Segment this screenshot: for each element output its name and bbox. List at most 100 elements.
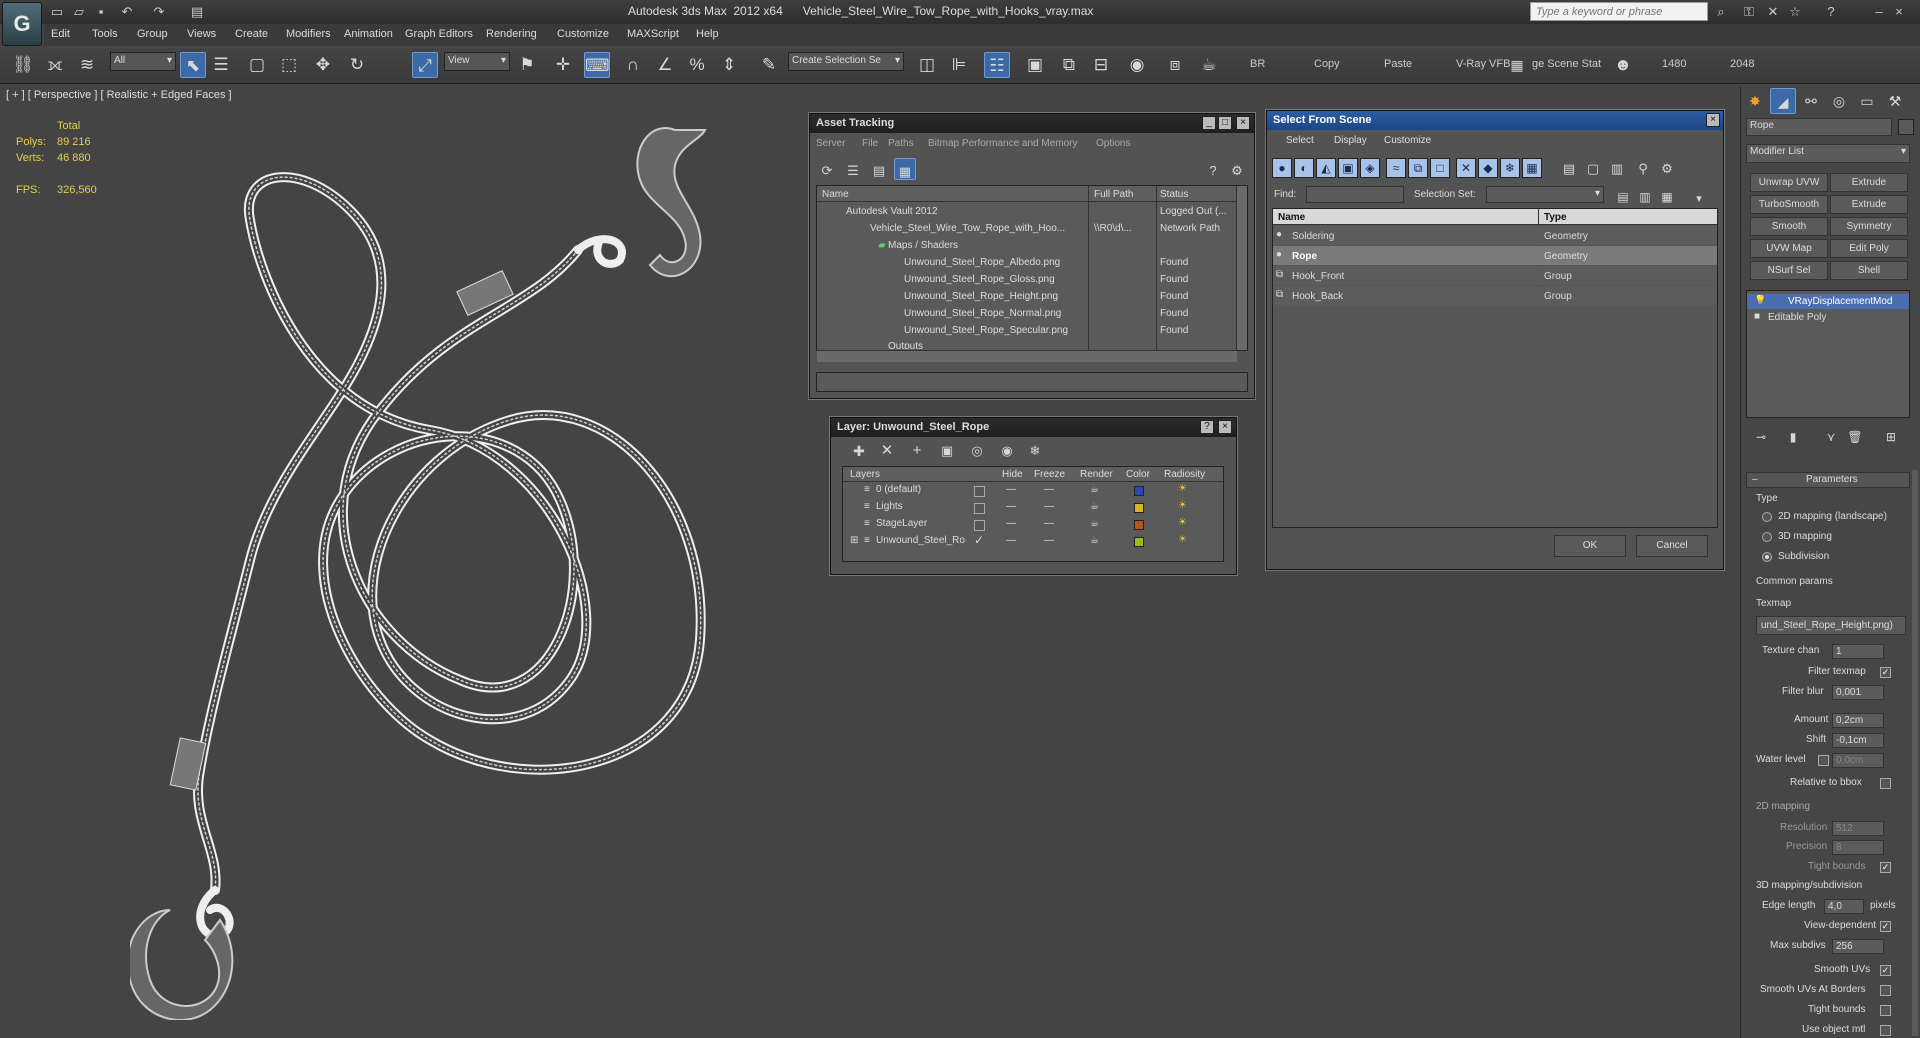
- layer-expand-icon[interactable]: ⊞: [850, 535, 858, 546]
- texture-chan-spinner[interactable]: 1: [1832, 644, 1884, 659]
- filter-settings-icon[interactable]: ⚙: [1654, 156, 1680, 182]
- select-manipulate-icon[interactable]: ✛: [550, 52, 576, 78]
- selection-set-dropdown[interactable]: ▾: [1486, 186, 1604, 203]
- asset-settings-icon[interactable]: ⚙: [1224, 158, 1250, 184]
- asset-menu-file[interactable]: File: [862, 138, 878, 156]
- display-lights-icon[interactable]: ◭: [1316, 158, 1336, 178]
- modifier-stack[interactable]: [1746, 290, 1910, 418]
- water-level-spinner[interactable]: 0,0cm: [1832, 753, 1884, 768]
- asset-row-name[interactable]: Unwound_Steel_Rope_Normal.png: [904, 308, 1086, 319]
- layer-header-render[interactable]: Render: [1080, 469, 1113, 480]
- create-tab-icon[interactable]: ✸: [1742, 88, 1768, 114]
- menu-views[interactable]: Views: [187, 28, 216, 40]
- freeze-unfreeze-all-icon[interactable]: ❄: [1022, 438, 1048, 464]
- menu-rendering[interactable]: Rendering: [486, 28, 537, 40]
- precision-spinner[interactable]: 8: [1832, 840, 1884, 855]
- select-invert-icon[interactable]: ▥: [1604, 156, 1630, 182]
- favorites-icon[interactable]: ☆: [1786, 3, 1804, 21]
- asset-header-status[interactable]: Status: [1160, 189, 1188, 200]
- water-level-checkbox[interactable]: [1818, 755, 1829, 766]
- br-button[interactable]: BR: [1250, 58, 1265, 70]
- layer-hide-toggle[interactable]: —: [1006, 535, 1016, 546]
- display-xrefs-icon[interactable]: □: [1430, 158, 1450, 178]
- copy-button[interactable]: Copy: [1314, 58, 1340, 70]
- modifier-list-dropdown[interactable]: Modifier List ▾: [1746, 144, 1910, 163]
- create-layer-icon[interactable]: ✚: [846, 438, 872, 464]
- smooth-button[interactable]: Smooth: [1750, 217, 1828, 236]
- display-geometry-icon[interactable]: ●: [1272, 158, 1292, 178]
- delete-layer-icon[interactable]: ✕: [874, 438, 900, 464]
- scene-header-type[interactable]: Type: [1544, 212, 1567, 223]
- max-subdivs-spinner[interactable]: 256: [1832, 939, 1884, 954]
- select-highlighted-icon[interactable]: ▣: [934, 438, 960, 464]
- extrude-button-2[interactable]: Extrude: [1830, 195, 1908, 214]
- asset-row-name[interactable]: Unwound_Steel_Rope_Specular.png: [904, 325, 1086, 336]
- rope-wireframe-model[interactable]: [130, 120, 730, 1020]
- table-view-icon[interactable]: ▦: [894, 158, 916, 180]
- asset-row-name[interactable]: Vehicle_Steel_Wire_Tow_Rope_with_Hoo...: [870, 223, 1086, 234]
- layer-freeze-toggle[interactable]: —: [1044, 501, 1054, 512]
- asset-menu-options[interactable]: Options: [1096, 138, 1130, 156]
- asset-header-path[interactable]: Full Path: [1094, 189, 1133, 200]
- asset-maximize-icon[interactable]: □: [1218, 116, 1232, 130]
- display-spacewarps-icon[interactable]: ≈: [1386, 158, 1406, 178]
- layer-current-checkbox[interactable]: [974, 486, 985, 497]
- snaps-toggle-icon[interactable]: ∩: [620, 52, 646, 78]
- layer-freeze-toggle[interactable]: —: [1044, 518, 1054, 529]
- nsurf-sel-button[interactable]: NSurf Sel: [1750, 261, 1828, 280]
- type-3d-mapping-radio[interactable]: [1762, 532, 1772, 542]
- layer-current-checkmark-icon[interactable]: ✓: [974, 533, 984, 547]
- list-view-icon[interactable]: ☰: [840, 158, 866, 184]
- symmetry-button[interactable]: Symmetry: [1830, 217, 1908, 236]
- paste-button[interactable]: Paste: [1384, 58, 1412, 70]
- asset-row-name[interactable]: Unwound_Steel_Rope_Gloss.png: [904, 274, 1086, 285]
- display-shapes-icon[interactable]: ◐: [1294, 158, 1314, 178]
- layer-current-checkbox[interactable]: [974, 503, 985, 514]
- filter-blur-spinner[interactable]: 0,001: [1832, 685, 1884, 700]
- type-subdivision-radio[interactable]: [1762, 552, 1772, 562]
- display-hidden-icon[interactable]: ▦: [1522, 158, 1542, 178]
- asset-row-name[interactable]: Unwound_Steel_Rope_Albedo.png: [904, 257, 1086, 268]
- texmap-button[interactable]: und_Steel_Rope_Height.png): [1756, 616, 1906, 635]
- cancel-button[interactable]: Cancel: [1636, 535, 1708, 557]
- scene-row-rope[interactable]: [1273, 246, 1717, 265]
- layer-header-hide[interactable]: Hide: [1002, 469, 1023, 480]
- menu-edit[interactable]: Edit: [51, 28, 70, 40]
- schematic-view-icon[interactable]: ⊟: [1088, 52, 1114, 78]
- modify-tab-icon[interactable]: ◢: [1770, 88, 1796, 114]
- object-color-swatch[interactable]: [1898, 119, 1914, 135]
- layer-titlebar[interactable]: Layer: Unwound_Steel_Rope: [831, 418, 1236, 437]
- display-frozen-icon[interactable]: ❄: [1500, 158, 1520, 178]
- asset-close-icon[interactable]: ×: [1236, 116, 1250, 130]
- refresh-icon[interactable]: ⟳: [814, 158, 840, 184]
- scene-header-name[interactable]: Name: [1278, 212, 1305, 223]
- asset-menu-server[interactable]: Server: [816, 138, 845, 156]
- asset-minimize-icon[interactable]: _: [1202, 116, 1216, 130]
- asset-path-field[interactable]: [816, 372, 1248, 392]
- hide-unhide-all-icon[interactable]: ◉: [994, 438, 1020, 464]
- display-bones-icon[interactable]: ✕: [1456, 158, 1476, 178]
- select-scene-menu-display[interactable]: Display: [1334, 135, 1367, 153]
- layer-render-teapot-icon[interactable]: ☕: [1090, 501, 1099, 512]
- highlight-selected-icon[interactable]: ◎: [964, 438, 990, 464]
- find-input[interactable]: [1306, 186, 1404, 203]
- tight-bounds-2d-checkbox[interactable]: ✓: [1880, 862, 1891, 873]
- utilities-tab-icon[interactable]: ⚒: [1882, 88, 1908, 114]
- hierarchy-tab-icon[interactable]: ⚯: [1798, 88, 1824, 114]
- mirror-icon[interactable]: ◫: [914, 52, 940, 78]
- select-rotate-icon[interactable]: ↻: [344, 52, 370, 78]
- layer-render-teapot-icon[interactable]: ☕: [1090, 484, 1099, 495]
- layer-current-checkbox[interactable]: [974, 520, 985, 531]
- add-to-layer-icon[interactable]: +: [904, 438, 930, 464]
- tight-bounds-3d-checkbox[interactable]: [1880, 1005, 1891, 1016]
- render-teapot-icon[interactable]: ☕: [1196, 52, 1222, 78]
- layer-color-swatch[interactable]: [1134, 520, 1144, 530]
- motion-tab-icon[interactable]: ◎: [1826, 88, 1852, 114]
- window-crossing-icon[interactable]: ⬚: [276, 52, 302, 78]
- spinner-snap-icon[interactable]: ⇕: [716, 52, 742, 78]
- asset-horizontal-scrollbar[interactable]: [817, 350, 1237, 362]
- layer-radiosity-icon[interactable]: ☀: [1178, 483, 1187, 494]
- layer-header-color[interactable]: Color: [1126, 469, 1150, 480]
- asset-vertical-scrollbar[interactable]: [1236, 186, 1247, 350]
- vray-vfb-button[interactable]: V-Ray VFB: [1456, 58, 1510, 70]
